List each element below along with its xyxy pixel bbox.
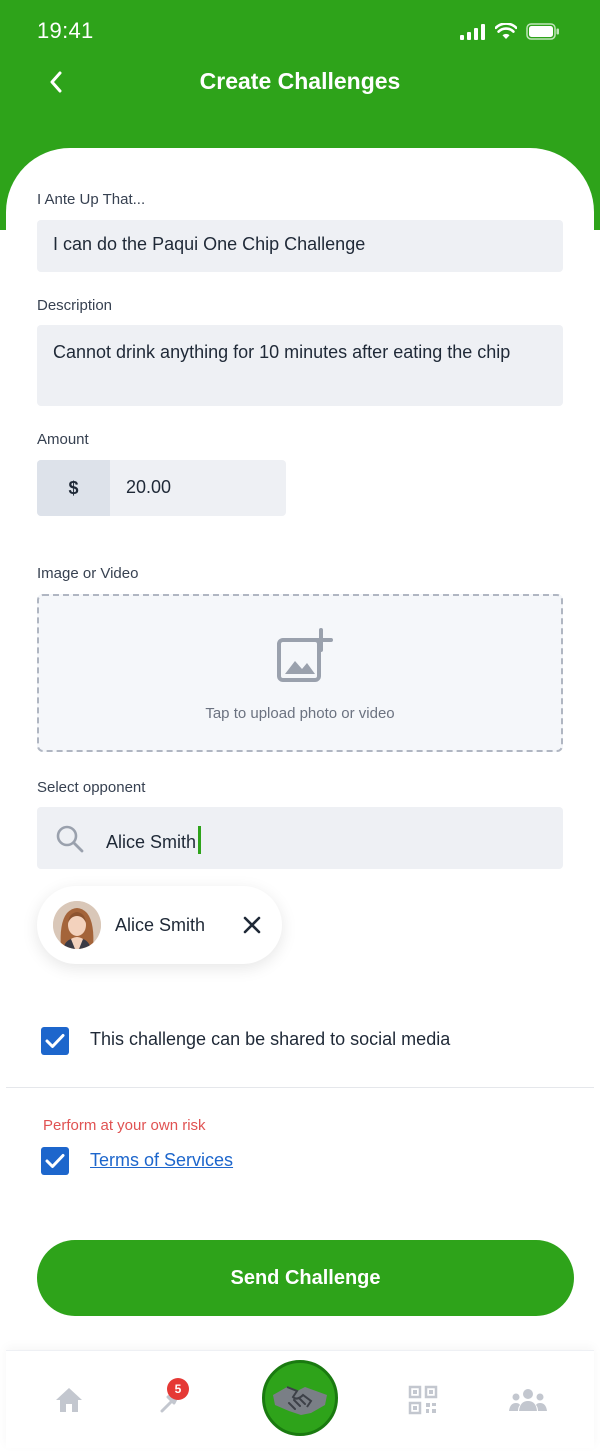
description-textarea[interactable]: Cannot drink anything for 10 minutes aft… — [37, 325, 563, 406]
status-time: 19:41 — [37, 18, 94, 43]
divider — [6, 1087, 594, 1088]
nav-bar: Create Challenges — [0, 58, 600, 106]
ante-label: I Ante Up That... — [37, 191, 146, 208]
close-icon — [243, 916, 261, 934]
home-icon — [56, 1388, 82, 1412]
checkmark-icon — [45, 1154, 65, 1168]
send-challenge-button[interactable]: Send Challenge — [37, 1240, 574, 1316]
search-value: Alice Smith — [106, 826, 202, 854]
terms-checkbox[interactable] — [41, 1147, 69, 1175]
upload-hint: Tap to upload photo or video — [205, 705, 395, 722]
opponent-search-input[interactable]: Alice Smith — [37, 807, 563, 869]
handshake-icon — [267, 1365, 333, 1431]
currency-prefix: $ — [37, 460, 110, 516]
tab-qr-code[interactable] — [388, 1351, 458, 1449]
tab-challenges[interactable] — [136, 1351, 206, 1449]
ante-input[interactable]: I can do the Paqui One Chip Challenge — [37, 220, 563, 272]
tab-group[interactable] — [493, 1351, 563, 1449]
amount-value: 20.00 — [126, 477, 172, 497]
text-caret — [198, 826, 202, 854]
checkmark-icon — [45, 1034, 65, 1048]
remove-opponent-button[interactable] — [237, 910, 267, 940]
battery-icon — [526, 23, 559, 40]
wifi-icon — [495, 23, 517, 39]
notification-badge: 5 — [167, 1378, 189, 1400]
status-icons — [460, 22, 560, 40]
qr-code-icon — [408, 1385, 438, 1415]
opponent-name: Alice Smith — [115, 915, 206, 935]
search-icon — [56, 825, 84, 853]
selected-opponent-chip: Alice Smith — [37, 886, 282, 964]
share-social-label: This challenge can be shared to social m… — [90, 1029, 451, 1049]
terms-of-services-link[interactable]: Terms of Services — [90, 1150, 233, 1171]
tab-handshake[interactable] — [262, 1360, 338, 1436]
ante-input-value: I can do the Paqui One Chip Challenge — [53, 234, 366, 254]
share-social-checkbox[interactable] — [41, 1027, 69, 1055]
add-image-icon — [277, 628, 333, 682]
opponent-label: Select opponent — [37, 779, 146, 796]
amount-input[interactable]: $ 20.00 — [37, 460, 286, 516]
description-value: Cannot drink anything for 10 minutes aft… — [53, 342, 511, 362]
status-bar: 19:41 — [0, 0, 600, 60]
media-upload-area[interactable]: Tap to upload photo or video — [37, 594, 563, 752]
page-title: Create Challenges — [199, 68, 401, 94]
risk-notice: Perform at your own risk — [43, 1117, 206, 1134]
description-label: Description — [37, 297, 113, 314]
avatar — [53, 901, 101, 949]
tab-home[interactable] — [34, 1351, 104, 1449]
group-icon — [509, 1389, 547, 1411]
amount-label: Amount — [37, 431, 89, 448]
media-label: Image or Video — [37, 565, 139, 582]
signal-icon — [460, 24, 485, 40]
